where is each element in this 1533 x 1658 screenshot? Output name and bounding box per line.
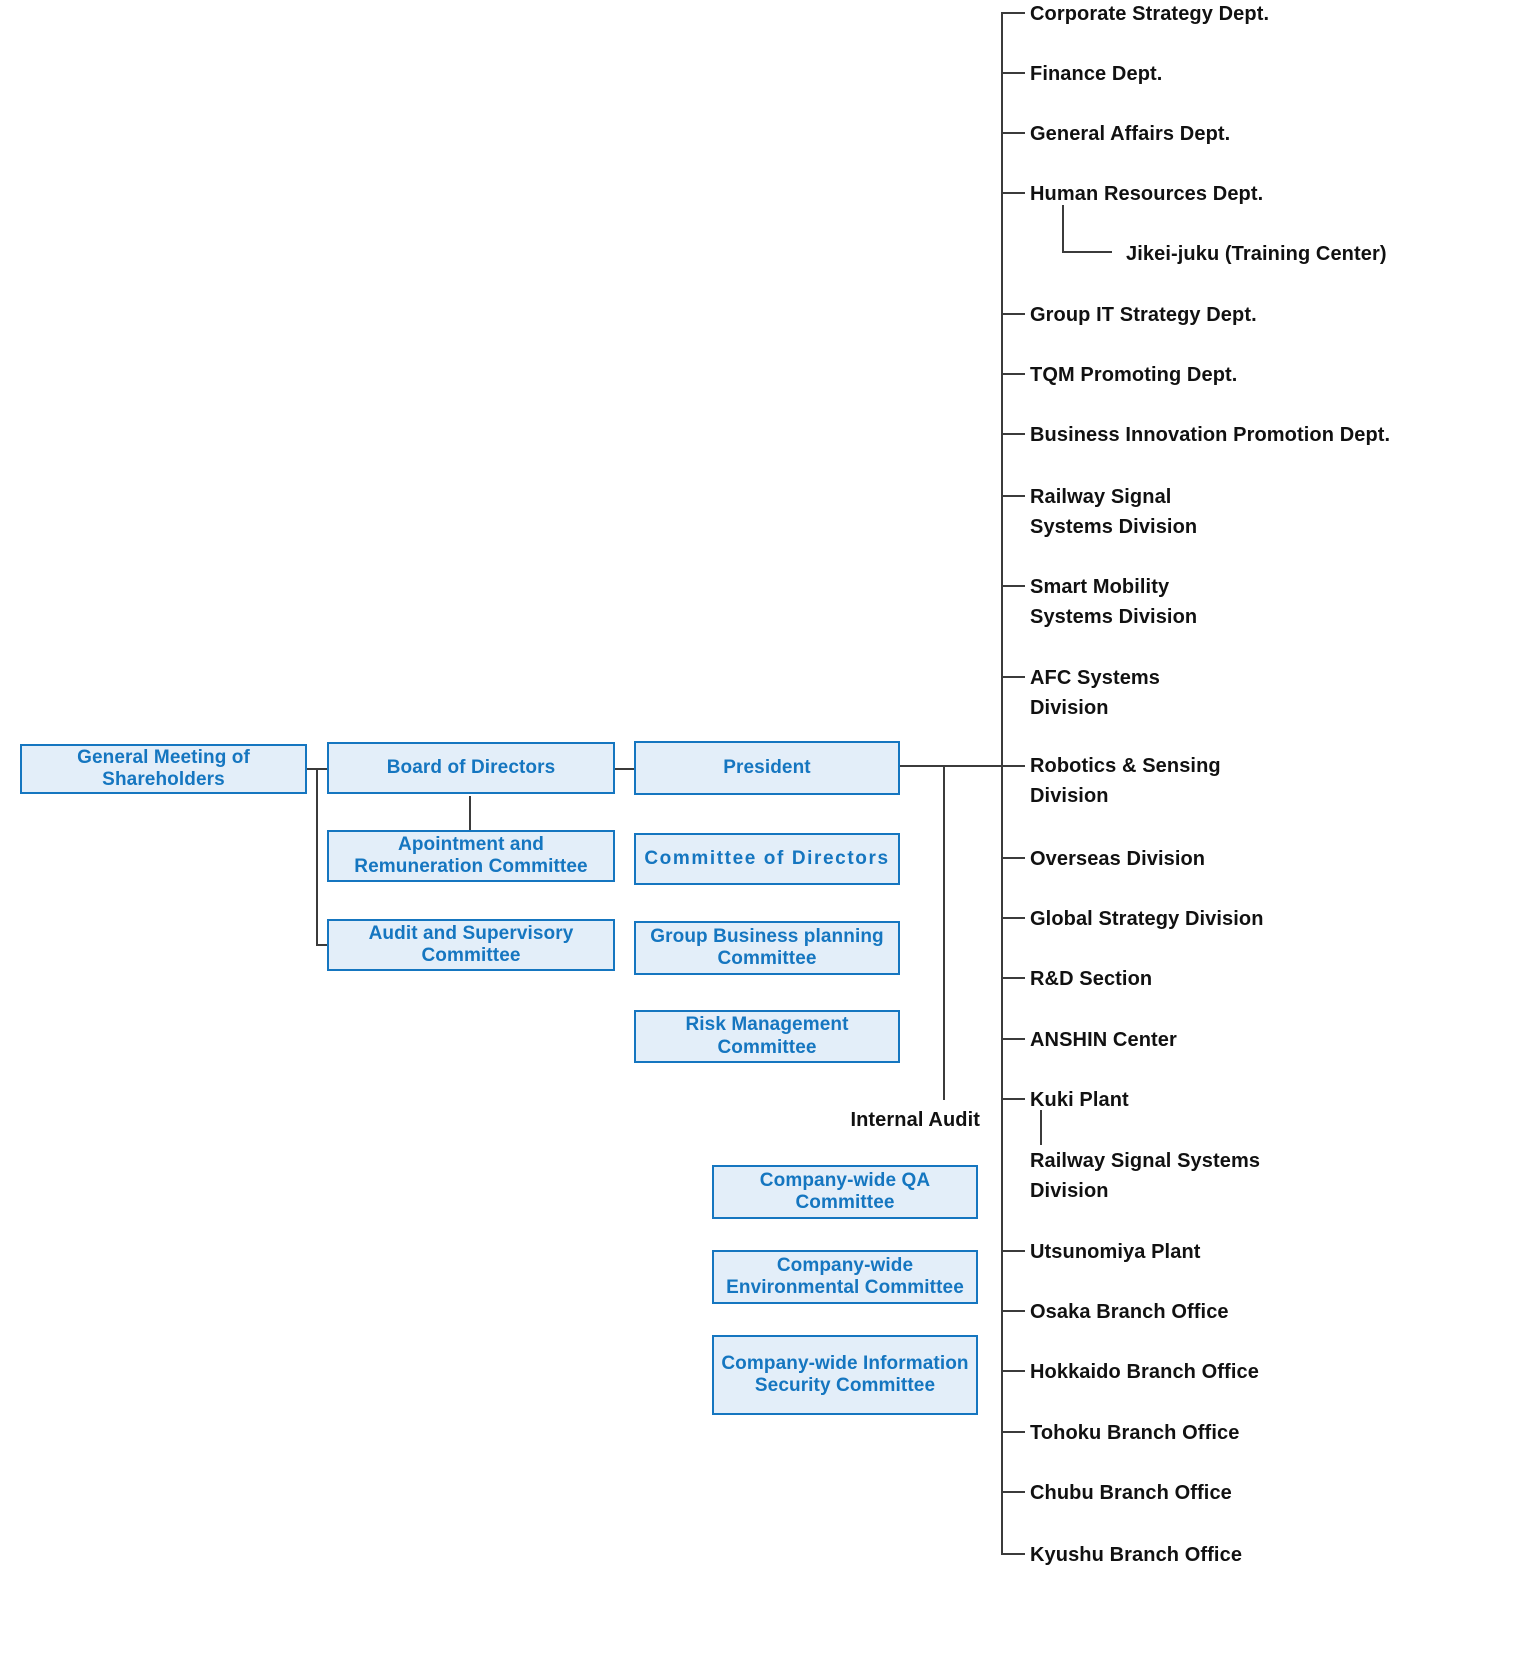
hr-subbranch-horizontal-line <box>1062 251 1112 253</box>
spine-tick <box>1001 1310 1025 1312</box>
spine-tick <box>1001 1491 1025 1493</box>
spine-tick <box>1001 585 1025 587</box>
leaf-afc-systems-division: AFC Systems Division <box>1030 667 1161 719</box>
spine-tick <box>1001 12 1025 14</box>
node-general-meeting-of-shareholders[interactable]: General Meeting of Shareholders <box>20 744 307 794</box>
leaf-overseas-division: Overseas Division <box>1030 848 1206 870</box>
leaf-robotics-and-sensing-division: Robotics & Sensing Division <box>1030 755 1221 807</box>
leaf-tohoku-branch-office: Tohoku Branch Office <box>1030 1422 1240 1444</box>
node-board-of-directors[interactable]: Board of Directors <box>327 742 615 794</box>
hr-subbranch-vertical-line <box>1062 205 1064 252</box>
spine-tick <box>1001 977 1025 979</box>
spine-tick <box>1001 1038 1025 1040</box>
spine-tick <box>1001 1553 1025 1555</box>
node-president[interactable]: President <box>634 741 900 795</box>
leaf-osaka-branch-office: Osaka Branch Office <box>1030 1301 1229 1323</box>
spine-tick <box>1001 313 1025 315</box>
spine-tick <box>1001 765 1025 767</box>
president-to-internal-audit-line <box>943 765 945 1100</box>
leaf-human-resources-dept: Human Resources Dept. <box>1030 183 1264 205</box>
leaf-kuki-plant: Kuki Plant <box>1030 1089 1129 1111</box>
spine-tick <box>1001 495 1025 497</box>
org-chart: General Meeting of Shareholders Board of… <box>0 0 1533 1658</box>
node-risk-management-committee[interactable]: Risk Management Committee <box>634 1010 900 1063</box>
spine-tick <box>1001 1250 1025 1252</box>
node-company-wide-qa-committee[interactable]: Company-wide QA Committee <box>712 1165 978 1219</box>
leaf-finance-dept: Finance Dept. <box>1030 63 1163 85</box>
leaf-corporate-strategy-dept: Corporate Strategy Dept. <box>1030 3 1270 25</box>
leaf-kuki-railway-signal-systems-division: Railway Signal Systems Division <box>1030 1150 1261 1202</box>
spine-tick <box>1001 72 1025 74</box>
leaf-railway-signal-systems-division: Railway Signal Systems Division <box>1030 486 1198 538</box>
president-to-spine-line <box>899 765 1002 767</box>
leaf-jikei-juku-training-center: Jikei-juku (Training Center) <box>1126 243 1387 265</box>
node-committee-of-directors[interactable]: Committee of Directors <box>634 833 900 885</box>
leaf-global-strategy-division: Global Strategy Division <box>1030 908 1264 930</box>
spine-tick <box>1001 917 1025 919</box>
leaf-smart-mobility-systems-division: Smart Mobility Systems Division <box>1030 576 1198 628</box>
leaf-chubu-branch-office: Chubu Branch Office <box>1030 1482 1232 1504</box>
spine-tick <box>1001 676 1025 678</box>
spine-tick <box>1001 373 1025 375</box>
spine-tick <box>1001 433 1025 435</box>
leaf-kyushu-branch-office: Kyushu Branch Office <box>1030 1544 1243 1566</box>
leaf-hokkaido-branch-office: Hokkaido Branch Office <box>1030 1361 1259 1383</box>
spine-tick <box>1001 1431 1025 1433</box>
leaf-general-affairs-dept: General Affairs Dept. <box>1030 123 1231 145</box>
node-appointment-and-remuneration-committee[interactable]: Apointment and Remuneration Committee <box>327 830 615 882</box>
node-company-wide-information-security-committee[interactable]: Company-wide Information Security Commit… <box>712 1335 978 1415</box>
leaf-business-innovation-promotion-dept: Business Innovation Promotion Dept. <box>1030 424 1391 446</box>
board-to-president-line <box>613 768 635 770</box>
spine-tick <box>1001 1370 1025 1372</box>
leaf-tqm-promoting-dept: TQM Promoting Dept. <box>1030 364 1238 386</box>
leaf-rd-section: R&D Section <box>1030 968 1153 990</box>
label-internal-audit: Internal Audit <box>850 1109 980 1131</box>
node-group-business-planning-committee[interactable]: Group Business planning Committee <box>634 921 900 975</box>
board-to-appointment-line <box>469 796 471 830</box>
shareholders-drop-line <box>316 768 318 946</box>
leaf-utsunomiya-plant: Utsunomiya Plant <box>1030 1241 1201 1263</box>
node-audit-and-supervisory-committee[interactable]: Audit and Supervisory Committee <box>327 919 615 971</box>
leaf-anshin-center: ANSHIN Center <box>1030 1029 1177 1051</box>
spine-tick <box>1001 132 1025 134</box>
spine-tick <box>1001 857 1025 859</box>
spine-tick <box>1001 1098 1025 1100</box>
leaf-group-it-strategy-dept: Group IT Strategy Dept. <box>1030 304 1257 326</box>
node-company-wide-environmental-committee[interactable]: Company-wide Environmental Committee <box>712 1250 978 1304</box>
spine-tick <box>1001 192 1025 194</box>
spine-vertical-line <box>1001 12 1003 1555</box>
